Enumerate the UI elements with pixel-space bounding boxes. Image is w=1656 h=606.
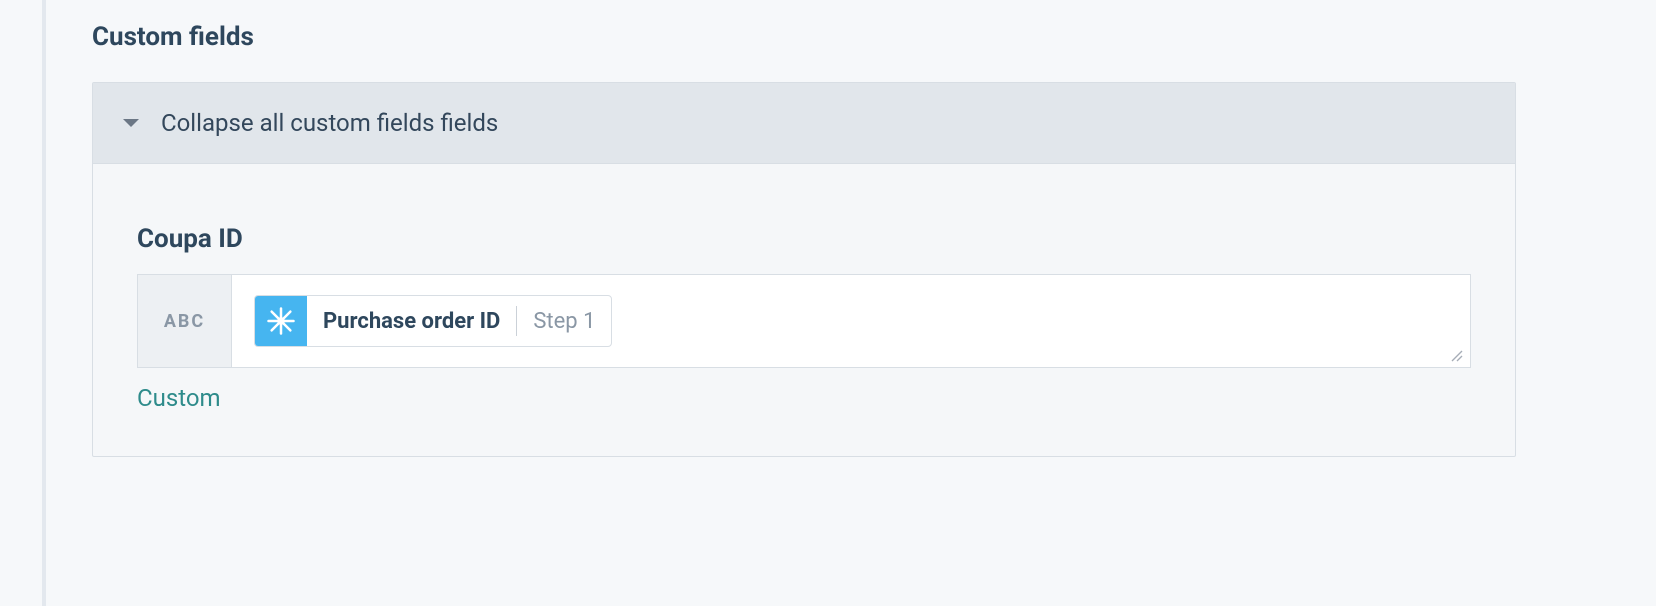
panel-body: Coupa ID ABC	[93, 164, 1515, 456]
data-pill-purchase-order-id[interactable]: Purchase order ID Step 1	[254, 295, 612, 347]
field-label-coupa-id: Coupa ID	[137, 224, 1471, 254]
chevron-down-icon	[123, 119, 139, 127]
coupa-id-input-row: ABC	[137, 274, 1471, 368]
custom-fields-panel: Collapse all custom fields fields Coupa …	[92, 82, 1516, 457]
resize-handle-icon	[1450, 349, 1464, 363]
panel-left-border	[42, 0, 46, 606]
data-pill-label: Purchase order ID	[307, 309, 516, 334]
data-pill-step: Step 1	[517, 309, 611, 334]
collapse-all-label: Collapse all custom fields fields	[161, 109, 498, 137]
field-type-badge-text: ABC	[138, 275, 232, 367]
coupa-id-input[interactable]: Purchase order ID Step 1	[232, 275, 1470, 367]
content-region: Custom fields Collapse all custom fields…	[0, 0, 1656, 457]
collapse-all-bar[interactable]: Collapse all custom fields fields	[93, 83, 1515, 164]
snowflake-icon	[255, 295, 307, 347]
section-title: Custom fields	[92, 22, 1516, 52]
custom-link[interactable]: Custom	[137, 384, 1471, 412]
